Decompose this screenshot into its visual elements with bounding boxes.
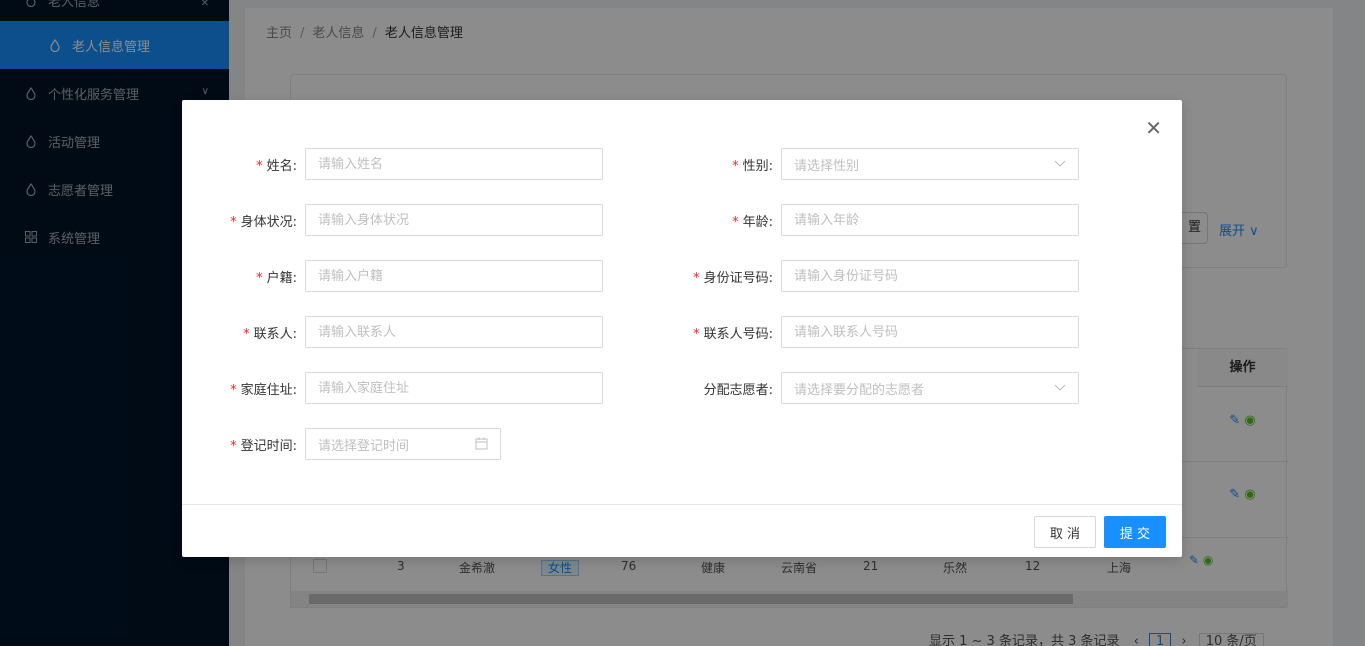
- contact-phone-input[interactable]: [781, 316, 1079, 348]
- name-label: 姓名: [266, 158, 293, 174]
- idcard-input[interactable]: [781, 260, 1079, 292]
- add-elder-modal: ✕ *姓名: *性别: 请选择性别 *身体状况: *年龄: *户籍: *身份证号…: [182, 100, 1182, 557]
- household-input[interactable]: [305, 260, 603, 292]
- volunteer-label: 分配志愿者: [703, 382, 769, 398]
- form-item-household: * 户籍:: [190, 260, 603, 292]
- age-label: 年龄: [742, 214, 769, 230]
- idcard-label: 身份证号码: [703, 270, 769, 286]
- close-icon[interactable]: ✕: [1145, 118, 1162, 138]
- health-label: 身体状况: [240, 214, 293, 230]
- name-input[interactable]: [305, 148, 603, 180]
- form-item-gender: * 性别: 请选择性别: [666, 148, 1079, 180]
- health-input[interactable]: [305, 204, 603, 236]
- submit-button[interactable]: 提 交: [1104, 516, 1166, 548]
- form-item-age: * 年龄:: [666, 204, 1079, 236]
- age-input[interactable]: [781, 204, 1079, 236]
- gender-placeholder: 请选择性别: [794, 158, 860, 174]
- form-item-contact-phone: * 联系人号码:: [666, 316, 1079, 348]
- chevron-down-icon: [1054, 381, 1066, 396]
- form-item-contact: * 联系人:: [190, 316, 603, 348]
- register-time-label: 登记时间: [240, 438, 293, 454]
- household-label: 户籍: [266, 270, 293, 286]
- contact-label: 联系人: [253, 326, 293, 342]
- form-item-address: * 家庭住址:: [190, 372, 603, 404]
- form-item-register-time: * 登记时间: 请选择登记时间: [190, 428, 501, 460]
- gender-select[interactable]: 请选择性别: [781, 148, 1079, 180]
- address-input[interactable]: [305, 372, 603, 404]
- address-label: 家庭住址: [240, 382, 293, 398]
- form-item-idcard: * 身份证号码:: [666, 260, 1079, 292]
- register-time-placeholder: 请选择登记时间: [318, 438, 410, 454]
- register-time-picker[interactable]: 请选择登记时间: [305, 428, 501, 460]
- form-item-name: * 姓名:: [190, 148, 603, 180]
- contact-input[interactable]: [305, 316, 603, 348]
- calendar-icon: [475, 437, 488, 453]
- modal-footer: 取 消 提 交: [182, 504, 1182, 557]
- chevron-down-icon: [1054, 157, 1066, 172]
- gender-label: 性别: [742, 158, 769, 174]
- contact-phone-label: 联系人号码: [703, 326, 769, 342]
- cancel-button[interactable]: 取 消: [1034, 516, 1096, 548]
- form-item-volunteer: 分配志愿者: 请选择要分配的志愿者: [666, 372, 1079, 404]
- volunteer-placeholder: 请选择要分配的志愿者: [794, 382, 925, 398]
- form-item-health: * 身体状况:: [190, 204, 603, 236]
- volunteer-select[interactable]: 请选择要分配的志愿者: [781, 372, 1079, 404]
